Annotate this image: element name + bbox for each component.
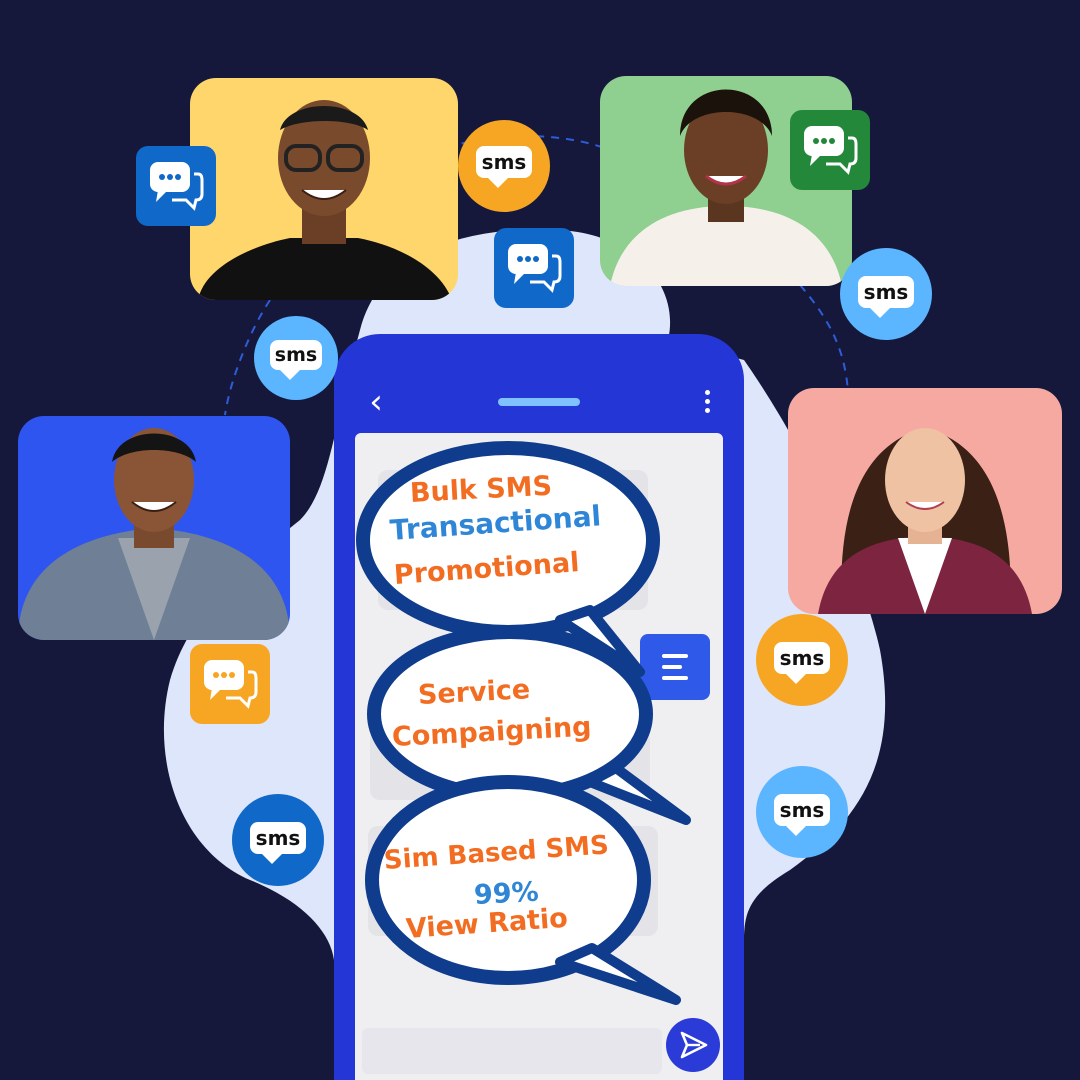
promo-canvas: ‹ sms sms sms sms sms sms Bulk SMS Trans… — [0, 0, 1080, 1080]
bubble-2-line-1: Service — [417, 674, 531, 711]
